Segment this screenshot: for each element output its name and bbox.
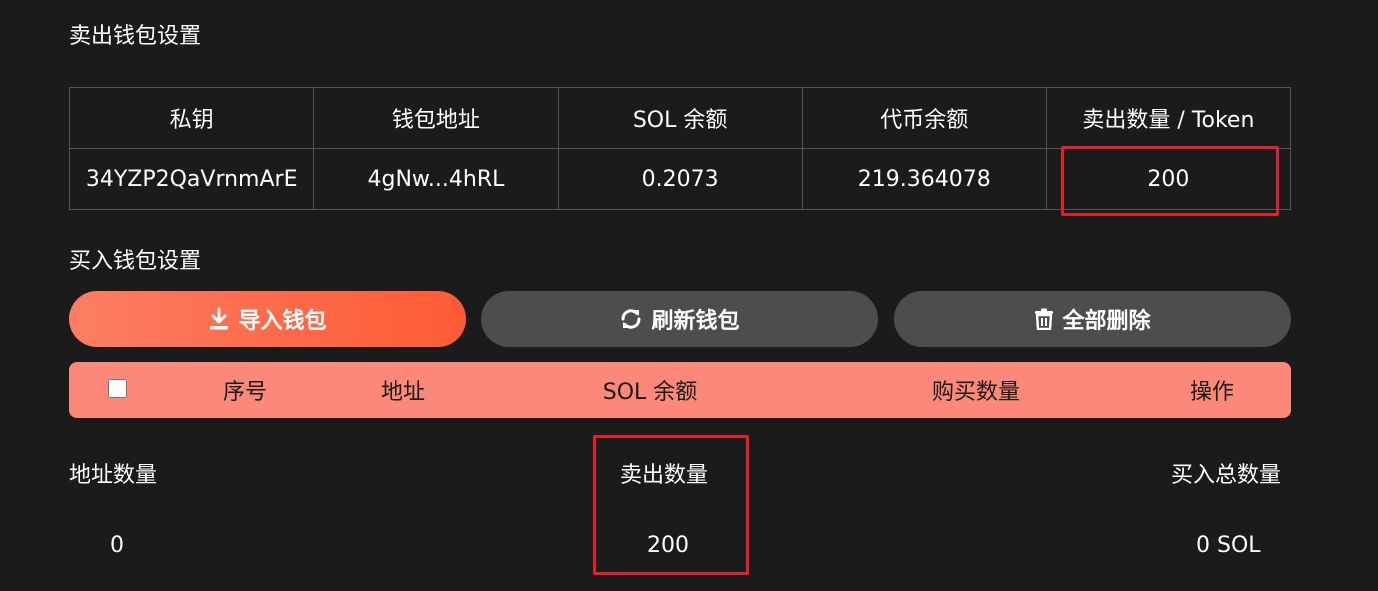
cell-sol-balance: 0.2073: [557, 148, 803, 210]
buy-total-value: 0 SOL: [1196, 533, 1261, 558]
cell-token-balance: 219.364078: [801, 148, 1047, 210]
refresh-wallet-button[interactable]: 刷新钱包: [481, 291, 878, 347]
header-private-key: 私钥: [68, 87, 315, 149]
sell-wallet-settings-title: 卖出钱包设置: [69, 24, 202, 49]
sell-amount-label: 卖出数量: [620, 463, 709, 488]
header-token-balance: 代币余额: [801, 87, 1047, 149]
column-index: 序号: [222, 380, 268, 405]
column-sol-balance: SOL 余额: [602, 380, 698, 405]
import-wallet-label: 导入钱包: [238, 309, 327, 334]
column-buy-amount: 购买数量: [931, 380, 1021, 405]
column-actions: 操作: [1189, 380, 1235, 405]
buy-wallet-settings-title: 买入钱包设置: [69, 249, 202, 274]
page: 卖出钱包设置 私钥 钱包地址 SOL 余额 代币余额 卖出数量 / Token …: [0, 0, 1378, 591]
cell-sell-amount[interactable]: 200: [1045, 148, 1292, 210]
header-sol-balance: SOL 余额: [557, 87, 803, 149]
select-all-checkbox[interactable]: [108, 379, 127, 398]
header-sell-amount: 卖出数量 / Token: [1045, 87, 1292, 149]
cell-wallet-address: 4gNw...4hRL: [313, 148, 559, 210]
sell-wallet-table: 私钥 钱包地址 SOL 余额 代币余额 卖出数量 / Token 34YZP2Q…: [68, 87, 1292, 210]
buy-total-label: 买入总数量: [1171, 463, 1282, 488]
delete-all-label: 全部删除: [1062, 309, 1151, 334]
refresh-icon: [619, 307, 643, 331]
address-count-label: 地址数量: [69, 463, 158, 488]
download-icon: [208, 307, 230, 331]
sell-table-header-row: 私钥 钱包地址 SOL 余额 代币余额 卖出数量 / Token: [68, 87, 1292, 149]
sell-table-row: 34YZP2QaVrnmArE 4gNw...4hRL 0.2073 219.3…: [68, 148, 1292, 210]
column-address: 地址: [380, 380, 426, 405]
sell-amount-value: 200: [647, 533, 689, 558]
address-count-value: 0: [110, 533, 124, 558]
import-wallet-button[interactable]: 导入钱包: [69, 291, 466, 347]
trash-icon: [1034, 308, 1054, 330]
cell-private-key: 34YZP2QaVrnmArE: [68, 148, 315, 210]
header-wallet-address: 钱包地址: [313, 87, 559, 149]
refresh-wallet-label: 刷新钱包: [651, 309, 740, 334]
delete-all-button[interactable]: 全部删除: [894, 291, 1291, 347]
buy-wallet-table-header: 序号 地址 SOL 余额 购买数量 操作: [69, 362, 1291, 418]
